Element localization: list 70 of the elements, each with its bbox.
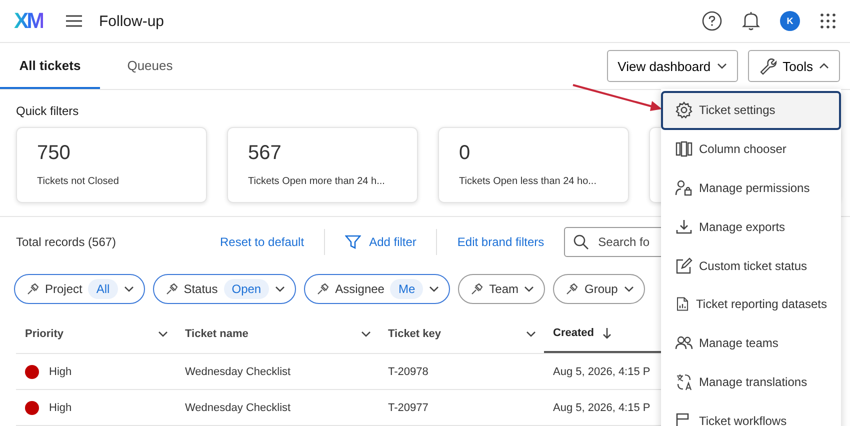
ticket-count: 0 [459,142,472,165]
chevron-icon [624,286,634,292]
user-avatar[interactable]: K [780,11,800,31]
filter-card[interactable]: 0 Tickets Open less than 24 ho... [438,127,629,203]
apps-icon[interactable] [820,13,836,29]
table-cell: High [49,402,72,414]
filter-card[interactable]: 567 Tickets Open more than 24 h... [227,127,418,203]
chevron-icon [524,286,534,292]
column-header[interactable]: Ticket key [379,315,544,353]
chevron-icon [819,63,829,69]
pin-icon [317,283,330,295]
table-cell-text: T-20977 [387,402,430,414]
card-label: Tickets Open less than 24 ho... [459,176,598,187]
download-icon [675,218,693,236]
user-lock-icon [675,178,693,197]
card-label: Tickets not Closed [37,176,120,187]
column-header[interactable]: Priority [16,315,176,353]
chevron-icon [526,331,536,337]
filter-card[interactable]: 750 Tickets not Closed [16,127,207,203]
tools-button[interactable]: Tools [748,50,840,82]
report-icon [675,295,690,314]
edit-icon [675,256,693,275]
pin-icon [566,283,578,295]
filter-chip[interactable]: Team [458,274,546,304]
add-filter-button[interactable]: Add filter [345,234,416,250]
tab[interactable]: Queues [100,43,200,89]
chevron-icon [361,331,371,337]
wrench-icon [758,57,777,75]
column-header[interactable]: Ticket name [176,315,379,353]
filter-chip[interactable]: Group [553,274,645,304]
columns-icon [675,140,693,158]
filter-chip[interactable]: Status Open [152,274,296,304]
menu-item[interactable]: Manage translations [661,362,841,402]
page-title: Follow-up [99,12,164,30]
translate-icon [675,372,693,391]
menu-item[interactable]: Ticket workflows [661,401,841,426]
table-cell-text: Aug 5, 2026, 4:15 P [552,366,652,378]
ticket-count: 567 [248,142,282,165]
help-icon[interactable] [702,11,722,31]
gear-icon [675,101,693,120]
total-records: Total records (567) [16,235,118,249]
filter-chip[interactable]: Assignee Me [304,274,450,304]
pin-icon [471,283,484,295]
pin-icon [27,283,39,295]
section-title: Quick filters [16,104,79,118]
chevron-icon [275,286,286,292]
search-icon [573,234,590,250]
sort-arrow-icon [602,327,612,339]
filter-icon [345,234,362,250]
card-label: Tickets Open more than 24 h... [248,176,386,187]
menu-item[interactable]: Column chooser [661,130,841,169]
tab[interactable]: All tickets [0,43,100,89]
chevron-icon [124,286,134,292]
edit-brand-filters-link[interactable]: Edit brand filters [457,235,544,249]
chevron-icon [716,63,727,69]
menu-item[interactable]: Ticket settings [661,91,841,130]
pin-icon [166,283,178,295]
filter-chip[interactable]: Project All [14,274,145,304]
bell-icon[interactable] [742,11,760,31]
chevron-icon [158,331,168,337]
table-cell-text: T-20978 [387,366,430,378]
table-cell-text: Wednesday Checklist [184,402,292,414]
reset-link[interactable]: Reset to default [220,235,304,249]
table-cell: High [49,366,72,378]
view-dashboard-button[interactable]: View dashboard [606,50,738,82]
menu-item[interactable]: Manage permissions [661,168,841,208]
ticket-count: 750 [37,142,72,165]
table-cell-text: Wednesday Checklist [184,366,292,378]
table-cell-text: Aug 5, 2026, 4:15 P [552,402,652,414]
chevron-icon [429,286,440,292]
